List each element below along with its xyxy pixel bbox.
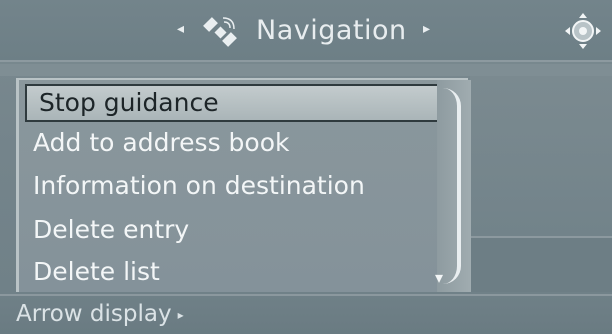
- header-prev-arrow[interactable]: ◂: [177, 22, 184, 36]
- menu-item-delete-entry[interactable]: Delete entry: [33, 215, 189, 245]
- arrow-display-next-icon: ▸: [177, 307, 184, 322]
- scroll-down-icon[interactable]: ▾: [435, 270, 443, 286]
- header-bar: ◂ Navigation ▸: [0, 0, 612, 62]
- menu-item-delete-list[interactable]: Delete list: [33, 257, 160, 287]
- bottom-bar: Arrow display ▸: [0, 294, 612, 334]
- arrow-display-option[interactable]: Arrow display ▸: [16, 299, 184, 330]
- arrow-display-label: Arrow display: [16, 301, 172, 327]
- menu-item-stop-guidance[interactable]: Stop guidance: [25, 84, 443, 122]
- menu-item-add-to-address-book[interactable]: Add to address book: [33, 128, 290, 158]
- options-menu: Stop guidance Add to address book Inform…: [16, 78, 471, 292]
- background-strip: [0, 64, 612, 76]
- background-pane: [470, 76, 612, 236]
- controller-icon: [565, 13, 601, 49]
- idrive-screen: ◂ Navigation ▸ Stop guidance Add to addr…: [0, 0, 612, 334]
- satellite-navigation-icon: [203, 17, 237, 47]
- scrollbar-line: [443, 88, 461, 284]
- menu-item-information-on-destination[interactable]: Information on destination: [33, 171, 365, 201]
- header-next-arrow[interactable]: ▸: [423, 22, 430, 36]
- header-title: Navigation: [256, 15, 407, 46]
